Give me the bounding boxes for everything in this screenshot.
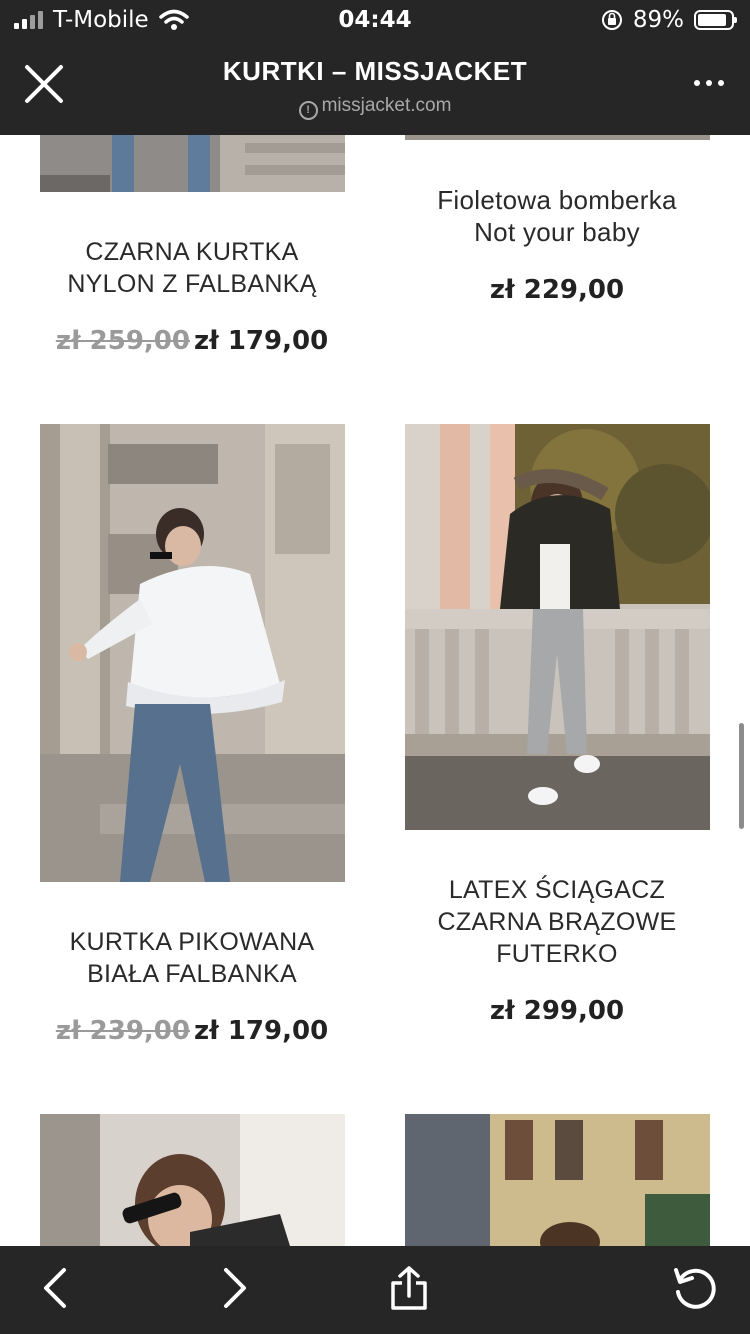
product-image[interactable] — [40, 135, 345, 192]
product-image[interactable] — [405, 135, 710, 140]
page-domain[interactable]: ! missjacket.com — [0, 95, 750, 120]
product-title[interactable]: LATEX ŚCIĄGACZ CZARNA BRĄZOWE FUTERKO — [392, 874, 722, 970]
share-icon[interactable] — [387, 1266, 431, 1310]
battery-icon — [694, 10, 737, 30]
product-price: zł 239,00 zł 179,00 — [27, 1016, 357, 1046]
sale-price: zł 299,00 — [489, 996, 625, 1026]
info-icon: ! — [298, 101, 318, 120]
sale-price: zł 179,00 — [194, 1016, 329, 1046]
product-title[interactable]: CZARNA KURTKA NYLON Z FALBANKĄ — [27, 236, 357, 300]
battery-percent: 89% — [632, 7, 684, 33]
old-price: zł 239,00 — [55, 1016, 190, 1046]
back-icon[interactable] — [34, 1266, 78, 1310]
product-title[interactable]: KURTKA PIKOWANA BIAŁA FALBANKA — [27, 926, 357, 990]
old-price: zł 259,00 — [55, 326, 190, 356]
forward-icon[interactable] — [212, 1266, 256, 1310]
sale-price: zł 229,00 — [489, 275, 625, 305]
scroll-indicator[interactable] — [739, 723, 744, 829]
product-image[interactable] — [405, 1114, 710, 1246]
product-price: zł 299,00 — [392, 996, 722, 1026]
product-image[interactable] — [40, 1114, 345, 1246]
product-image[interactable] — [405, 424, 710, 830]
browser-header: T-Mobile 04:44 89% KURTKI – MISSJACKET !… — [0, 0, 750, 135]
bottom-toolbar — [0, 1246, 750, 1334]
status-bar: T-Mobile 04:44 89% — [0, 0, 750, 40]
product-price: zł 259,00 zł 179,00 — [27, 326, 357, 356]
orientation-lock-icon — [601, 10, 622, 30]
page-title: KURTKI – MISSJACKET — [222, 56, 528, 86]
more-icon[interactable] — [694, 80, 724, 86]
product-title[interactable]: Fioletowa bomberka Not your baby — [392, 184, 722, 248]
sale-price: zł 179,00 — [194, 326, 329, 356]
reload-icon[interactable] — [672, 1266, 716, 1310]
status-right: 89% — [601, 7, 737, 33]
product-image[interactable] — [40, 424, 345, 882]
domain-label: missjacket.com — [321, 95, 452, 116]
product-price: zł 229,00 — [392, 275, 722, 305]
